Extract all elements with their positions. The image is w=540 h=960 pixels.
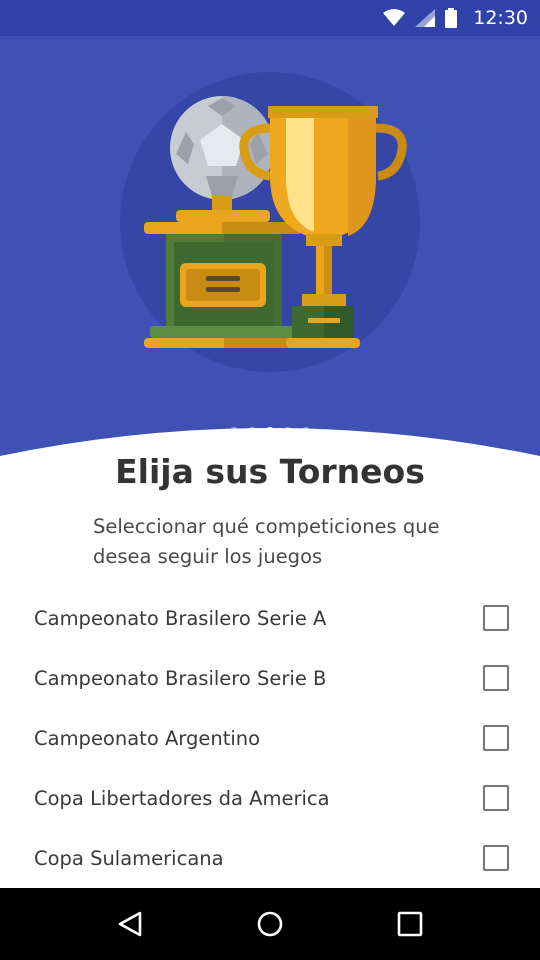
status-time: 12:30 bbox=[473, 7, 528, 29]
cellular-signal-icon bbox=[415, 9, 436, 27]
trophy-and-soccer-ball-illustration bbox=[120, 72, 420, 372]
tournament-item[interactable]: Campeonato Brasilero Serie B bbox=[0, 648, 540, 708]
back-icon bbox=[118, 911, 142, 937]
home-button[interactable] bbox=[240, 894, 300, 954]
tournament-list: Campeonato Brasilero Serie A Campeonato … bbox=[0, 588, 540, 888]
tournament-item[interactable]: Copa Libertadores da America bbox=[0, 768, 540, 828]
battery-icon bbox=[445, 8, 458, 28]
tournament-checkbox[interactable] bbox=[483, 845, 509, 871]
tournament-checkbox[interactable] bbox=[483, 725, 509, 751]
wifi-icon bbox=[383, 9, 406, 27]
tournament-label: Campeonato Argentino bbox=[34, 726, 261, 750]
recents-icon bbox=[397, 911, 423, 937]
onboarding-hero bbox=[0, 36, 540, 476]
tournament-item[interactable]: Campeonato Argentino bbox=[0, 708, 540, 768]
page-title: Elija sus Torneos bbox=[115, 452, 425, 491]
recents-button[interactable] bbox=[380, 894, 440, 954]
tournament-label: Campeonato Brasilero Serie B bbox=[34, 666, 327, 690]
page-subtitle: Seleccionar qué competiciones que desea … bbox=[93, 515, 440, 568]
tournament-checkbox[interactable] bbox=[483, 665, 509, 691]
tournament-item[interactable]: Campeonato Brasilero Serie A bbox=[0, 588, 540, 648]
tournament-item[interactable]: Copa Sulamericana bbox=[0, 828, 540, 888]
tournament-label: Copa Libertadores da America bbox=[34, 786, 330, 810]
system-nav-bar bbox=[0, 888, 540, 960]
tournament-label: Copa Sulamericana bbox=[34, 846, 224, 870]
home-icon bbox=[257, 911, 283, 937]
tournament-checkbox[interactable] bbox=[483, 605, 509, 631]
status-bar: 12:30 bbox=[0, 0, 540, 36]
back-button[interactable] bbox=[100, 894, 160, 954]
tournament-label: Campeonato Brasilero Serie A bbox=[34, 606, 327, 630]
tournament-checkbox[interactable] bbox=[483, 785, 509, 811]
